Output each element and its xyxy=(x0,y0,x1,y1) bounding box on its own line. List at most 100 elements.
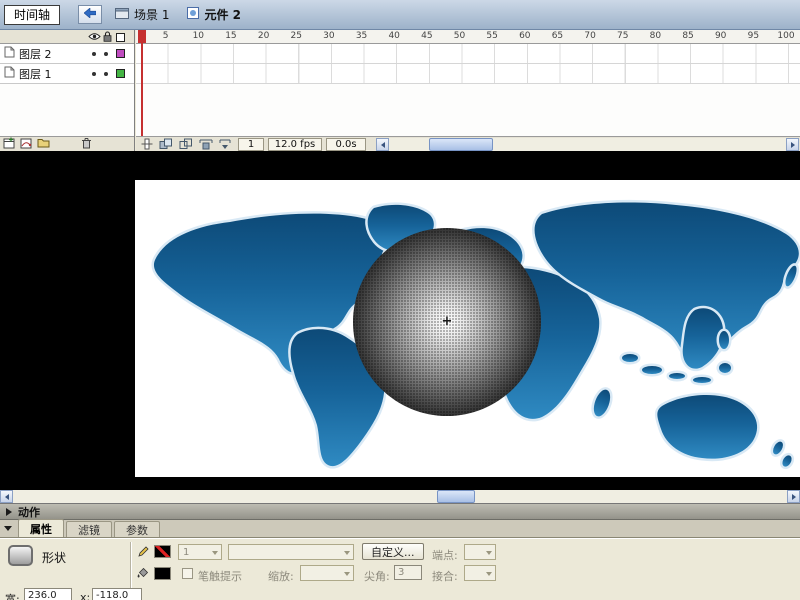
stroke-hinting-checkbox[interactable] xyxy=(182,568,193,579)
scroll-right-button[interactable] xyxy=(787,490,800,503)
ruler-number: 30 xyxy=(323,31,335,41)
scrollbar-thumb[interactable] xyxy=(429,138,493,151)
ruler-number: 15 xyxy=(225,31,237,41)
insert-layer-icon[interactable] xyxy=(3,137,15,152)
layer-page-icon xyxy=(4,46,15,61)
layer-name: 图层 2 xyxy=(19,47,52,61)
delete-layer-icon[interactable] xyxy=(81,137,92,152)
canvas[interactable]: + xyxy=(135,180,800,477)
playhead-line xyxy=(141,43,143,136)
fill-color-swatch[interactable] xyxy=(154,567,171,580)
layer-row-2[interactable]: 图层 2 xyxy=(0,44,134,64)
miter-input[interactable]: 3 xyxy=(394,565,422,580)
back-arrow-icon xyxy=(83,7,97,22)
scroll-right-button[interactable] xyxy=(786,138,799,151)
ruler-number: 80 xyxy=(649,31,662,41)
tab-parameters[interactable]: 参数 xyxy=(114,521,160,537)
actions-panel-header[interactable]: 动作 xyxy=(0,503,800,520)
show-all-layers-outlines-icon[interactable] xyxy=(116,33,125,42)
frames-empty-area xyxy=(136,84,800,136)
scene-label: 场景 1 xyxy=(134,8,170,22)
ruler-number: 100 xyxy=(777,31,795,41)
stroke-hinting-label: 笔触提示 xyxy=(198,570,242,583)
layer-list-header xyxy=(0,30,134,44)
frame-ruler[interactable]: 5 10 15 20 25 30 35 40 45 50 55 60 65 70 75 80 85 90 95 100 xyxy=(136,30,800,44)
timeline-panel-title-button[interactable]: 时间轴 xyxy=(4,4,61,25)
layer-1-frames[interactable] xyxy=(136,64,800,84)
ruler-number: 95 xyxy=(747,31,760,41)
scene-breadcrumb[interactable]: 场景 1 xyxy=(110,0,174,29)
properties-panel-body: 形状 1 自定义... 端点: 笔触提示 缩放: 尖角: 3 接合: 宽: 23… xyxy=(0,538,800,600)
layer-lock-dot[interactable] xyxy=(104,72,108,76)
layer-list: 图层 2 图层 1 xyxy=(0,30,135,151)
layer-list-empty-area xyxy=(0,84,134,136)
properties-tab-bar: 属性 滤镜 参数 xyxy=(0,519,800,538)
insert-layer-folder-icon[interactable] xyxy=(37,138,50,151)
ruler-number: 60 xyxy=(519,31,531,41)
symbol-label: 元件 2 xyxy=(204,8,241,22)
ruler-number: 70 xyxy=(584,31,596,41)
symbol-breadcrumb[interactable]: 元件 2 xyxy=(182,0,246,29)
scale-select[interactable] xyxy=(300,565,354,581)
layer-visibility-dot[interactable] xyxy=(92,52,96,56)
playhead[interactable] xyxy=(138,30,146,43)
scroll-left-button[interactable] xyxy=(0,490,13,503)
symbol-icon xyxy=(187,7,200,22)
layer-page-icon xyxy=(4,66,15,81)
frames-area: 5 10 15 20 25 30 35 40 45 50 55 60 65 70 75 80 85 90 95 100 xyxy=(136,30,800,151)
layer-row-1[interactable]: 图层 1 xyxy=(0,64,134,84)
ruler-number: 75 xyxy=(617,31,629,41)
gradient-circle-shape[interactable]: + xyxy=(353,228,541,416)
frame-rate-indicator[interactable]: 12.0 fps xyxy=(268,138,322,151)
collapse-panel-icon[interactable] xyxy=(4,526,12,531)
ruler-number: 20 xyxy=(257,31,270,41)
timeline-panel: 图层 2 图层 1 5 10 15 20 25 30 35 40 45 50 5… xyxy=(0,30,800,151)
stroke-height-select[interactable]: 1 xyxy=(178,544,222,560)
layer-outline-color-swatch[interactable] xyxy=(116,69,125,78)
custom-stroke-button[interactable]: 自定义... xyxy=(362,543,424,560)
tab-filters[interactable]: 滤镜 xyxy=(66,521,112,537)
ruler-number: 45 xyxy=(421,31,433,41)
back-button[interactable] xyxy=(78,5,103,24)
join-label: 接合: xyxy=(432,570,458,583)
layer-toolbar xyxy=(0,136,134,151)
tab-properties[interactable]: 属性 xyxy=(18,519,64,537)
width-input[interactable]: 236.0 xyxy=(24,588,72,600)
ruler-number: 55 xyxy=(486,31,498,41)
layer-outline-color-swatch[interactable] xyxy=(116,49,125,58)
cap-label: 端点: xyxy=(432,549,458,562)
layer-visibility-dot[interactable] xyxy=(92,72,96,76)
ruler-number: 10 xyxy=(192,31,205,41)
ruler-number: 50 xyxy=(453,31,466,41)
layer-lock-dot[interactable] xyxy=(104,52,108,56)
x-label: x: xyxy=(80,591,91,600)
lock-all-layers-icon[interactable] xyxy=(103,31,112,45)
selection-type-label: 形状 xyxy=(42,551,67,565)
join-select[interactable] xyxy=(464,565,496,581)
scroll-left-button[interactable] xyxy=(376,138,389,151)
scrollbar-thumb[interactable] xyxy=(437,490,475,503)
width-label: 宽: xyxy=(5,593,20,600)
scene-icon xyxy=(115,7,130,22)
ruler-number: 35 xyxy=(355,31,368,41)
timeline-status-bar: 1 12.0 fps 0.0s xyxy=(136,136,800,151)
ruler-number: 85 xyxy=(682,31,694,41)
timeline-horizontal-scrollbar[interactable] xyxy=(376,138,799,151)
stage[interactable]: + xyxy=(0,151,800,490)
x-input[interactable]: -118.0 xyxy=(92,588,142,600)
stage-horizontal-scrollbar[interactable] xyxy=(0,490,800,503)
scale-label: 缩放: xyxy=(268,570,294,583)
actions-panel-title: 动作 xyxy=(18,505,40,519)
add-motion-guide-icon[interactable] xyxy=(20,137,32,152)
stroke-color-swatch[interactable] xyxy=(154,545,171,558)
ruler-number: 25 xyxy=(290,31,302,41)
cap-select[interactable] xyxy=(464,544,496,560)
edit-bar: 时间轴 场景 1 元件 2 xyxy=(0,0,800,30)
expand-panel-icon[interactable] xyxy=(6,507,12,516)
ruler-number: 65 xyxy=(551,31,564,41)
show-hide-all-layers-icon[interactable] xyxy=(88,31,101,44)
layer-2-frames[interactable] xyxy=(136,44,800,64)
stroke-style-select[interactable] xyxy=(228,544,354,560)
gradient-center-crosshair[interactable]: + xyxy=(442,314,453,329)
current-frame-indicator[interactable]: 1 xyxy=(238,138,264,151)
